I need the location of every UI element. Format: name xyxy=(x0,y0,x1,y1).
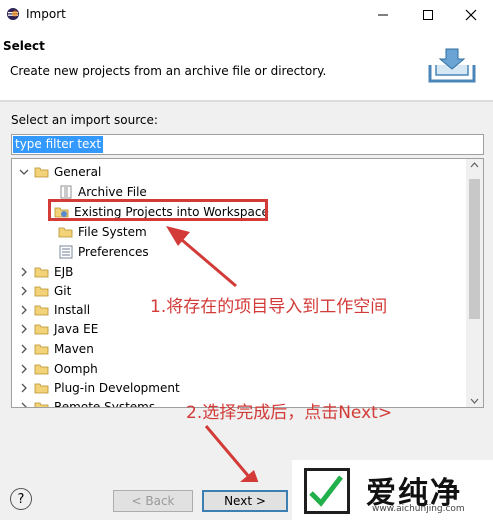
help-icon[interactable]: ? xyxy=(10,488,32,510)
watermark: 爱纯净 www.aichunjing.com xyxy=(292,460,493,520)
back-button[interactable]: < Back xyxy=(113,490,193,512)
annotation-step2: 2.选择完成后，点击Next> xyxy=(186,403,393,423)
annotation-step1: 1.将存在的项目导入到工作空间 xyxy=(150,297,388,317)
arrow-to-existing-projects xyxy=(166,226,237,288)
watermark-logo-icon xyxy=(304,468,350,514)
next-button[interactable]: Next > xyxy=(202,490,288,512)
watermark-url: www.aichunjing.com xyxy=(372,504,465,514)
annotation-arrows xyxy=(166,226,262,492)
